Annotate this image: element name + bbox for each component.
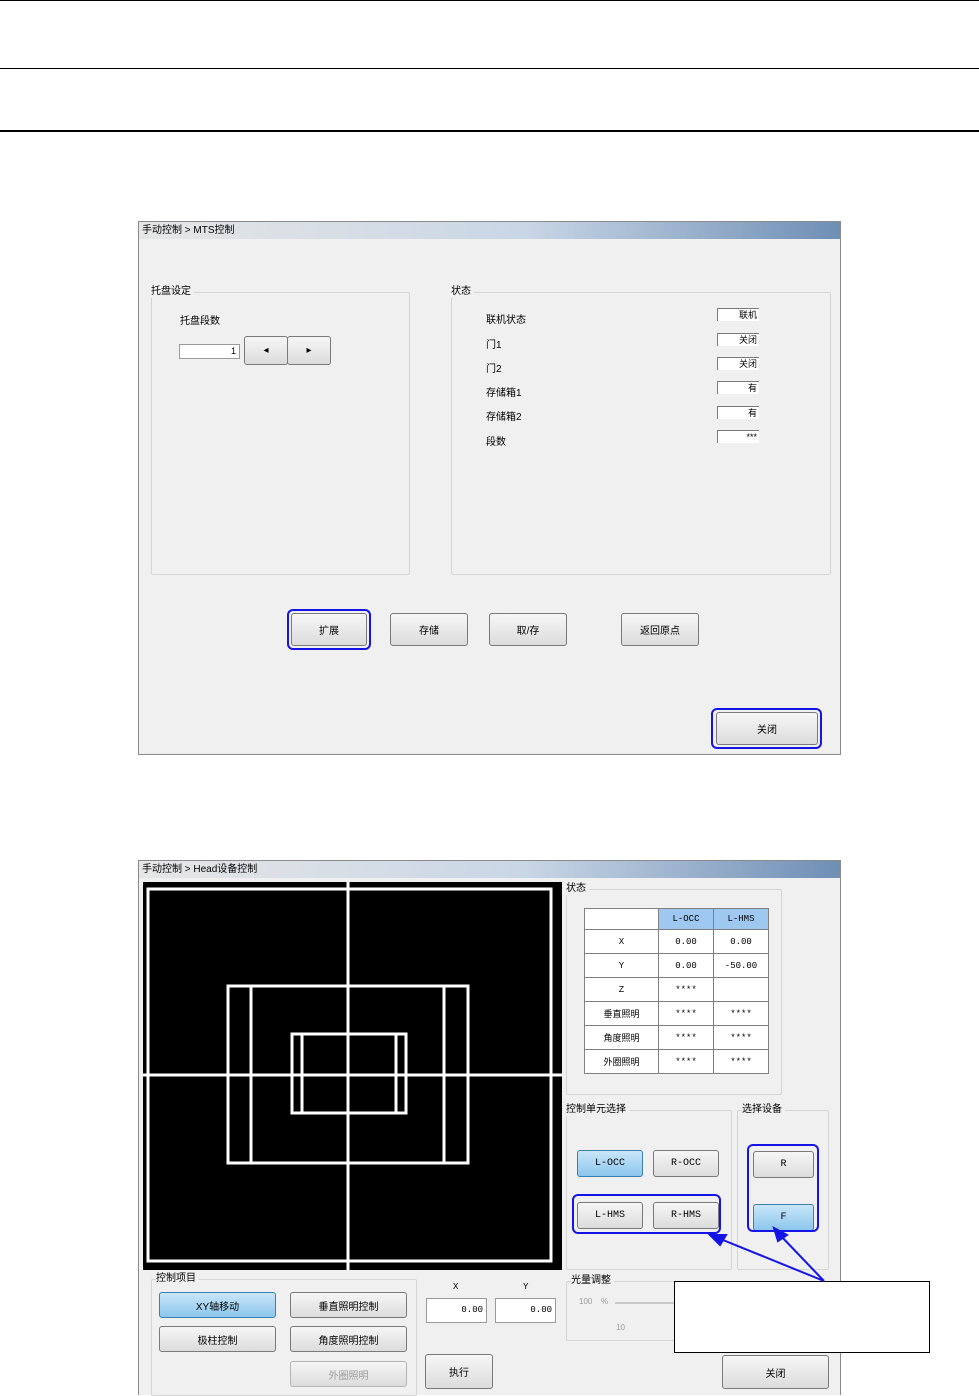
- head-status-group-label: 状态: [566, 883, 589, 895]
- table-cell: 垂直照明: [584, 1001, 659, 1026]
- table-cell: 角度照明: [584, 1025, 659, 1050]
- table-header-cell: [584, 908, 659, 930]
- vertical-light-control-button[interactable]: 垂直照明控制: [290, 1292, 407, 1318]
- table-cell: ****: [713, 1001, 769, 1026]
- status-stage-count-label: 段数: [486, 437, 506, 448]
- pole-control-button[interactable]: 极柱控制: [159, 1326, 276, 1352]
- xy-axis-move-button[interactable]: XY轴移动: [159, 1292, 276, 1318]
- table-cell: ****: [658, 1001, 714, 1026]
- table-cell: Y: [584, 953, 659, 978]
- y-input-label: Y: [523, 1282, 529, 1292]
- y-input[interactable]: 0.00: [495, 1298, 556, 1323]
- header-rule-middle: [0, 68, 979, 69]
- table-cell: [713, 977, 769, 1002]
- tray-settings-group-label: 托盘设定: [151, 286, 194, 298]
- table-cell: 0.00: [658, 953, 714, 978]
- table-row: 垂直照明 **** ****: [584, 1001, 769, 1026]
- table-row: 外圈照明 **** ****: [584, 1049, 769, 1074]
- status-online-label: 联机状态: [486, 315, 526, 326]
- mts-control-window: 手动控制 > MTS控制 托盘设定 托盘段数 1 ◂ ▸ 状态 联机状态 门1 …: [138, 221, 841, 755]
- mts-window-title: 手动控制 > MTS控制: [139, 222, 840, 239]
- return-home-button[interactable]: 返回原点: [621, 613, 699, 646]
- table-cell: 0.00: [658, 929, 714, 954]
- camera-view: [143, 882, 562, 1270]
- head-status-table: L-OCC L-HMS X 0.00 0.00 Y 0.00 -50.00 Z …: [584, 908, 769, 1074]
- table-row: Z ****: [584, 977, 769, 1002]
- expand-button-highlight: [287, 609, 371, 650]
- head-window-title: 手动控制 > Head设备控制: [139, 861, 840, 878]
- light-slider-track[interactable]: [615, 1302, 675, 1304]
- light-adjust-group-label: 光量调整: [571, 1275, 614, 1287]
- callout-arrows: [707, 1225, 825, 1282]
- device-select-group-label: 选择设备: [742, 1104, 785, 1116]
- device-buttons-highlight: [747, 1144, 819, 1232]
- mts-status-group: 状态: [451, 286, 831, 575]
- callout-box: [674, 1281, 930, 1353]
- table-row: Y 0.00 -50.00: [584, 953, 769, 978]
- light-unit-label: %: [601, 1297, 609, 1306]
- status-box2-value: 有: [717, 406, 759, 419]
- table-cell: ****: [713, 1049, 769, 1074]
- status-door2-value: 关闭: [717, 357, 759, 370]
- table-cell: -50.00: [713, 953, 769, 978]
- left-arrow-icon: ◂: [263, 345, 269, 356]
- outer-ring-light-button[interactable]: 外圈照明: [290, 1361, 407, 1387]
- tray-stage-increment-button[interactable]: ▸: [287, 336, 331, 365]
- table-cell: Z: [584, 977, 659, 1002]
- x-input[interactable]: 0.00: [426, 1298, 487, 1323]
- mts-status-group-label: 状态: [451, 286, 474, 298]
- execute-button[interactable]: 执行: [425, 1354, 493, 1389]
- table-row: 角度照明 **** ****: [584, 1025, 769, 1050]
- status-box1-label: 存储箱1: [486, 388, 522, 399]
- status-door1-label: 门1: [486, 340, 502, 351]
- tray-settings-group: 托盘设定 托盘段数 1 ◂ ▸: [151, 286, 410, 575]
- table-header-cell: L-OCC: [658, 908, 714, 930]
- tray-stage-decrement-button[interactable]: ◂: [244, 336, 288, 365]
- header-rule-top: [0, 0, 979, 1]
- status-box2-label: 存储箱2: [486, 412, 522, 423]
- control-items-group-label: 控制项目: [156, 1273, 199, 1285]
- tray-stage-label: 托盘段数: [180, 316, 220, 327]
- light-max-label: 100: [579, 1297, 593, 1306]
- table-header-cell: L-HMS: [713, 908, 769, 930]
- header-rule-bottom: [0, 130, 979, 132]
- table-cell: ****: [658, 977, 714, 1002]
- table-header-row: L-OCC L-HMS: [584, 908, 769, 930]
- status-stage-count-value: ***: [717, 430, 759, 443]
- tray-stage-input[interactable]: 1: [179, 344, 240, 359]
- right-arrow-icon: ▸: [306, 345, 312, 356]
- table-row: X 0.00 0.00: [584, 929, 769, 954]
- head-close-button[interactable]: 关闭: [722, 1355, 829, 1389]
- control-unit-group-label: 控制单元选择: [566, 1104, 629, 1116]
- store-button[interactable]: 存储: [390, 613, 468, 646]
- l-occ-button[interactable]: L-OCC: [577, 1150, 643, 1177]
- table-cell: ****: [713, 1025, 769, 1050]
- table-cell: ****: [658, 1049, 714, 1074]
- table-cell: ****: [658, 1025, 714, 1050]
- status-online-value: 联机: [717, 308, 759, 321]
- angle-light-control-button[interactable]: 角度照明控制: [290, 1326, 407, 1352]
- status-box1-value: 有: [717, 381, 759, 394]
- status-door1-value: 关闭: [717, 333, 759, 346]
- table-cell: 外圈照明: [584, 1049, 659, 1074]
- x-input-label: X: [453, 1282, 459, 1292]
- fetch-store-button[interactable]: 取/存: [489, 613, 567, 646]
- mts-close-button-highlight: [711, 708, 822, 749]
- light-min-label: 10: [616, 1323, 625, 1332]
- table-cell: X: [584, 929, 659, 954]
- hms-buttons-highlight: [572, 1194, 721, 1234]
- r-occ-button[interactable]: R-OCC: [653, 1150, 719, 1177]
- status-door2-label: 门2: [486, 364, 502, 375]
- table-cell: 0.00: [713, 929, 769, 954]
